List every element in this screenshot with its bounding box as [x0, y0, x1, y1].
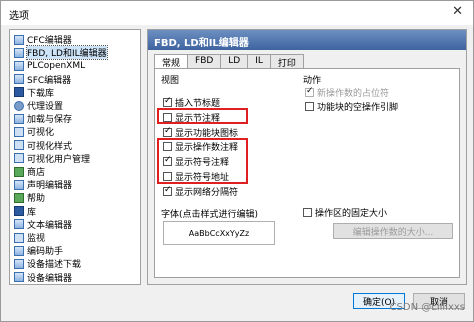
tree-item[interactable]: 帮助: [14, 191, 45, 204]
action-option-label: 功能块的空操作引脚: [317, 103, 399, 113]
book-icon: [14, 87, 24, 98]
tab[interactable]: 常规: [154, 54, 189, 69]
monitor-icon: [14, 140, 24, 151]
tree-item[interactable]: 下载库: [14, 86, 54, 99]
tree-item-label: 设备描述下载: [27, 260, 82, 271]
tree-item[interactable]: 设备描述下载: [14, 257, 81, 270]
title-bar: 选项 ✕: [1, 1, 473, 25]
tab[interactable]: 打印: [269, 54, 304, 69]
tree-item[interactable]: 声明编辑器: [14, 178, 72, 191]
document-icon: [14, 60, 24, 71]
tree-item[interactable]: 可视化样式: [14, 139, 72, 152]
checkbox-box[interactable]: [163, 96, 172, 107]
tree-item[interactable]: 可视化用户管理: [14, 152, 90, 165]
tree-item[interactable]: 设备编辑器: [14, 271, 72, 284]
tab-strip: 常规 FBD LD IL 打印: [154, 54, 304, 69]
document-icon: [14, 272, 24, 283]
action-option-checkbox[interactable]: 功能块的空操作引脚: [305, 101, 399, 113]
tree-item[interactable]: 库: [14, 205, 36, 218]
tree-item[interactable]: SFC编辑器: [14, 73, 71, 86]
monitor-icon: [14, 153, 24, 164]
help-icon: [14, 192, 24, 203]
view-option-checkbox[interactable]: 插入节标题: [163, 96, 220, 109]
tree-item[interactable]: 可视化: [14, 125, 54, 138]
tree-item-label: PLCopenXML: [27, 60, 86, 71]
window-title: 选项: [9, 11, 29, 22]
checkbox-box[interactable]: [163, 185, 172, 196]
fixed-size-label: 操作区的固定大小: [315, 209, 388, 219]
view-option-checkbox[interactable]: 显示功能块图标: [163, 126, 239, 139]
tree-item[interactable]: FBD, LD和IL编辑器: [14, 45, 108, 61]
panel-header: FBD, LD和IL编辑器: [148, 30, 466, 50]
checkbox-box[interactable]: [305, 102, 314, 111]
tree-item[interactable]: 编码助手: [14, 244, 63, 257]
tab-content-general: 视图 插入节标题显示节注释显示功能块图标显示操作数注释显示符号注释显示符号地址显…: [154, 68, 460, 278]
view-group-label: 视图: [161, 76, 180, 86]
tree-item-label: 编码助手: [27, 247, 64, 258]
checkbox-box[interactable]: [305, 86, 314, 97]
close-icon[interactable]: ✕: [452, 4, 463, 19]
monitor-icon: [14, 232, 24, 243]
tab[interactable]: LD: [220, 54, 249, 68]
tree-item[interactable]: 监视: [14, 231, 45, 244]
highlight-box-operand-symbol: [157, 138, 248, 184]
store-icon: [14, 166, 24, 177]
action-group-label: 动作: [303, 76, 322, 86]
document-icon: [14, 47, 24, 58]
tree-item[interactable]: 商店: [14, 165, 45, 178]
tree-item-label: 代理设置: [27, 102, 64, 112]
action-option-checkbox[interactable]: 新操作数的占位符: [305, 86, 390, 99]
tree-item-label: 声明编辑器: [27, 181, 73, 192]
view-option-label: 显示网络分隔符: [175, 187, 239, 198]
document-icon: [14, 74, 24, 85]
font-sample-box[interactable]: AaBbCcXxYyZz: [163, 221, 275, 245]
tree-item-label: 可视化: [27, 128, 55, 139]
action-option-label: 新操作数的占位符: [317, 89, 390, 99]
tree-item[interactable]: 加载与保存: [14, 112, 72, 125]
tree-item-label: 商店: [27, 168, 46, 178]
document-icon: [14, 258, 24, 269]
category-tree[interactable]: CFC编辑器 FBD, LD和IL编辑器 PLCopenXML SFC编辑器 下载库代理…: [9, 29, 141, 285]
tree-item-label: CFC编辑器: [27, 36, 72, 46]
tree-item-label: FBD, LD和IL编辑器: [26, 45, 108, 61]
monitor-icon: [14, 126, 24, 137]
tree-item-label: 加载与保存: [27, 115, 73, 126]
highlight-box-section-comment: [157, 108, 248, 124]
document-icon: [14, 245, 24, 256]
tree-item-label: 监视: [27, 234, 46, 244]
tree-item[interactable]: PLCopenXML: [14, 59, 85, 72]
book-icon: [14, 206, 24, 217]
tree-item-label: 文本编辑器: [27, 220, 73, 231]
watermark: CSDN @Lillixxs: [389, 302, 465, 313]
tree-item[interactable]: CFC编辑器: [14, 33, 72, 46]
font-label: 字体(点击样式进行编辑): [161, 210, 259, 220]
tree-item-label: 帮助: [27, 194, 46, 205]
tab[interactable]: FBD: [187, 54, 222, 68]
options-dialog: 选项 ✕ CFC编辑器 FBD, LD和IL编辑器 PLCopenXML SFC编辑器…: [0, 0, 474, 322]
tree-item-label: 设备编辑器: [27, 273, 73, 284]
tree-item-label: 库: [27, 207, 37, 218]
font-sample-text: AaBbCcXxYyZz: [188, 228, 250, 238]
tree-item[interactable]: 文本编辑器: [14, 218, 72, 231]
document-icon: [14, 219, 24, 230]
tree-item-label: 可视化用户管理: [27, 154, 91, 165]
edit-operand-size-button[interactable]: 编辑操作数的大小...: [333, 223, 453, 239]
document-icon: [14, 34, 24, 45]
settings-panel: FBD, LD和IL编辑器 常规FBDLDIL打印 视图 插入节标题显示节注释显…: [147, 29, 467, 285]
tab[interactable]: IL: [247, 54, 271, 68]
gear-icon: [14, 100, 24, 111]
document-icon: [14, 179, 24, 190]
fixed-size-checkbox[interactable]: 操作区的固定大小: [303, 207, 388, 219]
checkbox-box[interactable]: [163, 126, 172, 137]
view-option-label: 显示功能块图标: [175, 128, 239, 139]
tree-item-label: 下载库: [27, 88, 55, 99]
document-icon: [14, 113, 24, 124]
tree-item-label: 可视化样式: [27, 141, 73, 152]
tree-item[interactable]: 代理设置: [14, 99, 63, 112]
tree-item-label: SFC编辑器: [27, 75, 72, 86]
view-option-checkbox[interactable]: 显示网络分隔符: [163, 185, 239, 198]
checkbox-box[interactable]: [303, 208, 312, 217]
